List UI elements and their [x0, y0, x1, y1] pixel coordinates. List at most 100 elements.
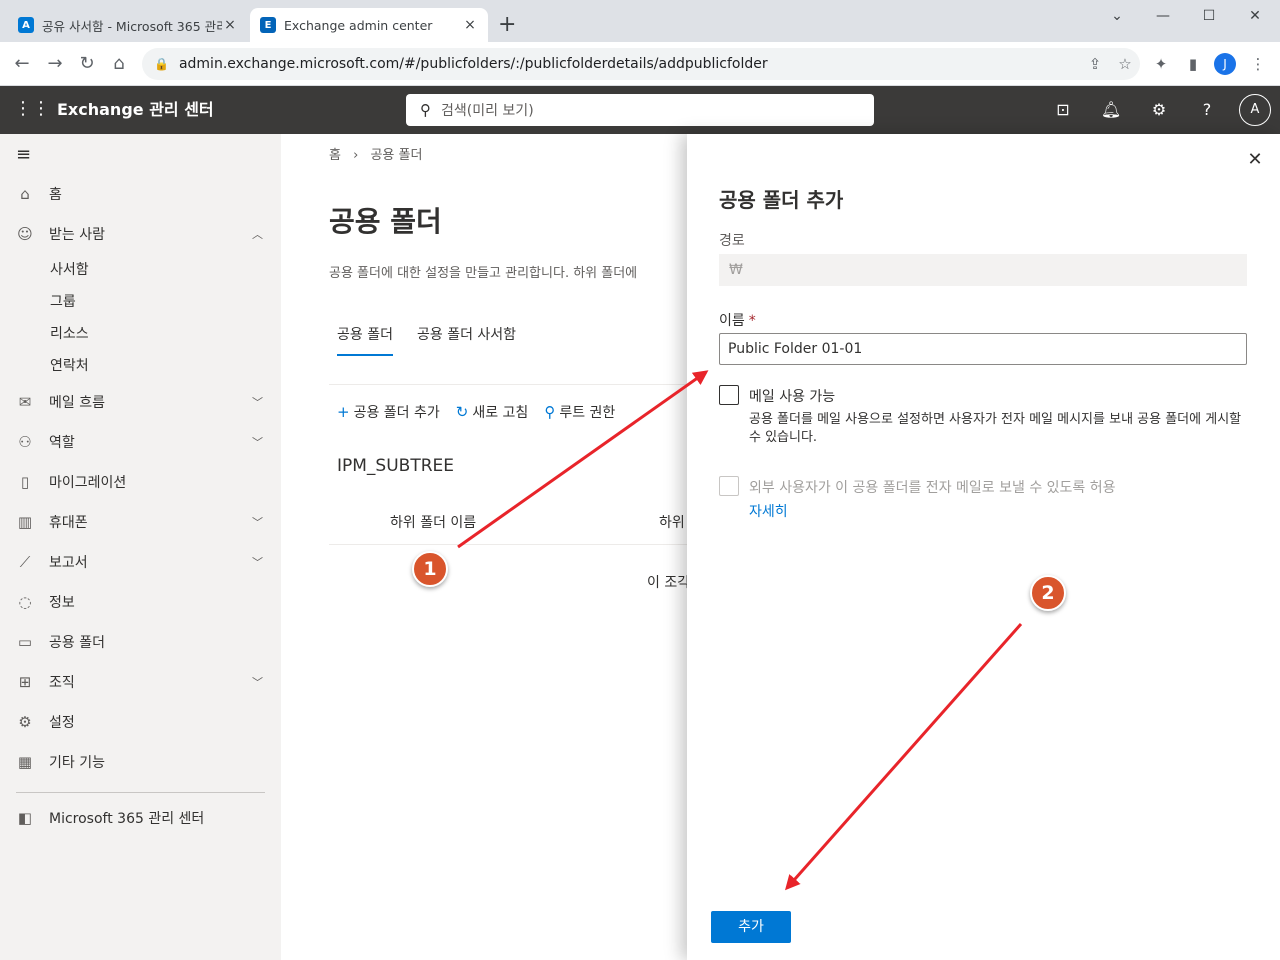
chevron-down-icon: ﹀: [252, 396, 263, 409]
admin-favicon-icon: A: [18, 17, 34, 33]
external-senders-checkbox[interactable]: [719, 476, 739, 496]
add-button[interactable]: 추가: [711, 911, 791, 943]
nav-item-recipients[interactable]: ☺ 받는 사람 ︿: [0, 214, 281, 254]
nav-label: 홈: [49, 187, 62, 203]
tab-public-folders[interactable]: 공용 폴더: [337, 324, 393, 356]
app-launcher-icon[interactable]: ⋮⋮: [14, 98, 50, 120]
user-avatar[interactable]: A: [1239, 94, 1271, 126]
nav-item-other-features[interactable]: ▦ 기타 기능: [0, 742, 281, 782]
nav-item-organization[interactable]: ⊞ 조직 ﹀: [0, 662, 281, 702]
address-bar[interactable]: 🔒 admin.exchange.microsoft.com/#/publicf…: [142, 48, 1140, 80]
home-icon: ⌂: [20, 185, 30, 203]
learn-more-link[interactable]: 자세히: [749, 501, 788, 521]
nav-subitem-resources[interactable]: 리소스: [50, 318, 89, 350]
panel-title: 공용 폴더 추가: [719, 188, 844, 212]
back-icon[interactable]: ←: [10, 52, 34, 76]
settings-icon: ⚙: [18, 713, 32, 731]
organization-icon: ⊞: [18, 673, 32, 691]
name-input[interactable]: Public Folder 01-01: [719, 333, 1247, 365]
nav-subitem-contacts[interactable]: 연락처: [50, 350, 89, 382]
refresh-button[interactable]: ↻ 새로 고침: [456, 402, 529, 422]
nav-item-home[interactable]: ⌂ 홈: [0, 174, 281, 214]
url-text: admin.exchange.microsoft.com/#/publicfol…: [178, 56, 768, 72]
chevron-down-icon: ﹀: [252, 436, 263, 449]
nav-item-mobile[interactable]: ▥ 휴대폰 ﹀: [0, 502, 281, 542]
new-tab-button[interactable]: +: [498, 14, 516, 36]
nav-subitem-mailboxes[interactable]: 사서함: [50, 254, 89, 286]
reload-icon[interactable]: ↻: [75, 52, 99, 76]
mail-enabled-checkbox[interactable]: [719, 385, 739, 405]
tab-title: 공유 사서함 - Microsoft 365 관리: [42, 18, 222, 34]
search-icon: ⚲: [420, 101, 431, 119]
window-close-icon[interactable]: ✕: [1232, 4, 1278, 28]
notifications-icon[interactable]: 🔔︎: [1099, 98, 1123, 122]
app-name[interactable]: Exchange 관리 센터: [57, 86, 214, 134]
browser-tab-exchange[interactable]: E Exchange admin center ×: [250, 8, 488, 42]
nav-item-m365-admin-center[interactable]: ◧ Microsoft 365 관리 센터: [0, 798, 281, 838]
maximize-icon[interactable]: ☐: [1186, 4, 1232, 28]
nav-item-settings[interactable]: ⚙ 설정: [0, 702, 281, 742]
annotation-badge-2: 2: [1030, 575, 1066, 611]
external-senders-label: 외부 사용자가 이 공용 폴더를 전자 메일로 보낼 수 있도록 허용: [749, 480, 1116, 496]
forward-icon[interactable]: →: [43, 52, 67, 76]
gear-icon[interactable]: ⚙: [1147, 98, 1171, 122]
browser-menu-icon[interactable]: ⋮: [1246, 52, 1270, 76]
bookmark-star-icon[interactable]: ☆: [1110, 55, 1140, 73]
breadcrumb: 홈 › 공용 폴더: [329, 144, 422, 163]
column-header-subfolder[interactable]: 하위: [659, 512, 685, 532]
nav-divider: [16, 792, 265, 793]
chevron-down-icon: ﹀: [252, 676, 263, 689]
root-permissions-button[interactable]: ⚲ 루트 권한: [544, 402, 615, 422]
command-bar: + 공용 폴더 추가 ↻ 새로 고침 ⚲ 루트 권한: [337, 402, 615, 422]
help-icon[interactable]: ?: [1195, 98, 1219, 122]
home-button-icon[interactable]: ⌂: [107, 52, 131, 76]
lock-icon: 🔒: [154, 57, 169, 71]
nav-item-public-folders[interactable]: ▭ 공용 폴더: [0, 622, 281, 662]
nav-subitem-groups[interactable]: 그룹: [50, 286, 76, 318]
sidepanel-icon[interactable]: ▮: [1181, 52, 1205, 76]
browser-tabstrip: A 공유 사서함 - Microsoft 365 관리 × E Exchange…: [0, 0, 1280, 42]
app-header: ⋮⋮ Exchange 관리 센터 ⚲ 검색(미리 보기) ⊡ 🔔︎ ⚙ ?: [0, 86, 1280, 134]
command-label: 루트 권한: [559, 405, 616, 421]
mail-enabled-label[interactable]: 메일 사용 가능: [749, 386, 835, 406]
chevron-down-icon: ﹀: [252, 556, 263, 569]
nav-item-migration[interactable]: ▯ 마이그레이션: [0, 462, 281, 502]
browser-toolbar: ← → ↻ ⌂ 🔒 admin.exchange.microsoft.com/#…: [0, 42, 1280, 86]
tab-public-folder-mailboxes[interactable]: 공용 폴더 사서함: [417, 324, 516, 356]
profile-avatar[interactable]: J: [1214, 53, 1236, 75]
nav-label: 정보: [49, 595, 75, 611]
mobile-icon: ▥: [17, 513, 33, 531]
tab-search-icon[interactable]: ⌄: [1094, 4, 1140, 28]
nav-label: 휴대폰: [49, 515, 88, 531]
nav-label: Microsoft 365 관리 센터: [49, 811, 205, 827]
close-icon[interactable]: ×: [462, 17, 478, 33]
nav-item-reports[interactable]: ⟋ 보고서 ﹀: [0, 542, 281, 582]
column-header-subfolder-name[interactable]: 하위 폴더 이름: [390, 512, 476, 532]
chevron-up-icon: ︿: [252, 228, 263, 241]
close-icon[interactable]: ✕: [1243, 148, 1267, 172]
breadcrumb-separator-icon: ›: [353, 148, 359, 163]
terminal-icon[interactable]: ⊡: [1051, 98, 1075, 122]
nav-item-insights[interactable]: ◌ 정보: [0, 582, 281, 622]
page-description: 공용 폴더에 대한 설정을 만들고 관리합니다. 하위 폴더에: [329, 266, 638, 281]
chevron-down-icon: ﹀: [252, 516, 263, 529]
person-icon: ☺: [17, 225, 33, 243]
nav-item-roles[interactable]: ⚇ 역할 ﹀: [0, 422, 281, 462]
add-public-folder-button[interactable]: + 공용 폴더 추가: [337, 402, 440, 422]
share-icon[interactable]: ⇪: [1080, 55, 1110, 73]
breadcrumb-home[interactable]: 홈: [329, 148, 341, 163]
extensions-icon[interactable]: ✦: [1149, 52, 1173, 76]
minimize-icon[interactable]: —: [1140, 4, 1186, 28]
close-icon[interactable]: ×: [222, 17, 238, 33]
nav-item-mail-flow[interactable]: ✉ 메일 흐름 ﹀: [0, 382, 281, 422]
empty-message: 이 조각: [647, 575, 687, 591]
nav-label: 기타 기능: [49, 755, 105, 771]
mail-enabled-description: 공용 폴더를 메일 사용으로 설정하면 사용자가 전자 메일 메시지를 보내 공…: [749, 412, 1242, 445]
nav-label: 메일 흐름: [49, 395, 105, 411]
name-label: 이름 *: [719, 310, 756, 330]
search-box[interactable]: ⚲ 검색(미리 보기): [406, 94, 874, 126]
browser-tab-admin[interactable]: A 공유 사서함 - Microsoft 365 관리 ×: [8, 8, 248, 42]
path-label: 경로: [719, 233, 745, 249]
hamburger-icon[interactable]: ≡: [16, 144, 31, 165]
reports-icon: ⟋: [19, 553, 31, 571]
